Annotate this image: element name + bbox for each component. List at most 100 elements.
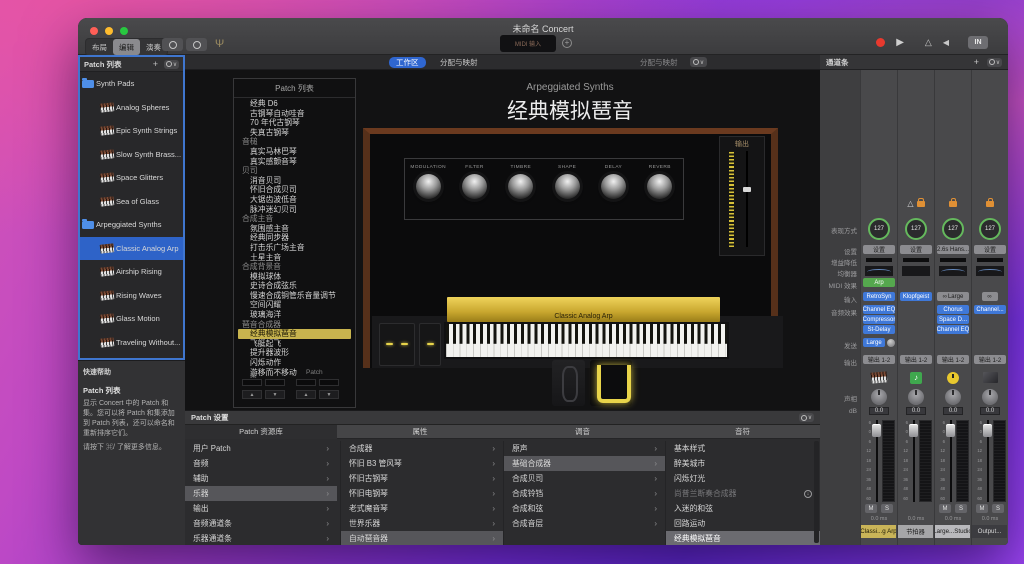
patch-down-button[interactable]: ▼ bbox=[319, 390, 339, 399]
library-row[interactable]: 辅助 › bbox=[185, 471, 337, 486]
strip-name[interactable]: 节拍器 bbox=[898, 525, 933, 538]
overlay-patch-item[interactable]: 模拟球体 bbox=[238, 272, 351, 282]
patch-list-item[interactable]: Traveling Without... bbox=[80, 331, 183, 355]
patch-list-item[interactable]: Airship Rising bbox=[80, 260, 183, 284]
strip-name[interactable]: Output... bbox=[972, 525, 1007, 538]
overlay-patch-item[interactable]: 贝司 bbox=[238, 166, 351, 176]
patch-list-item[interactable]: Space Glitters bbox=[80, 166, 183, 190]
volume-fader[interactable] bbox=[984, 420, 991, 502]
eq-thumbnail[interactable] bbox=[976, 266, 1004, 276]
overlay-patch-item[interactable]: 闪烁动作 bbox=[238, 358, 351, 368]
overlay-patch-item[interactable]: 史诗合成弦乐 bbox=[238, 281, 351, 291]
output-slot[interactable]: 输出 1-2 bbox=[974, 355, 1006, 364]
mode-tab[interactable]: 布局 bbox=[86, 39, 113, 55]
set-up-button[interactable]: ▲ bbox=[242, 390, 262, 399]
audio-fx-slot[interactable]: Compressor bbox=[863, 315, 895, 324]
panel-toggle-button-1[interactable] bbox=[162, 38, 183, 51]
volume-fader[interactable] bbox=[873, 420, 880, 502]
patch-list-item[interactable]: Epic Synth Strings bbox=[80, 119, 183, 143]
patch-list-item[interactable]: Synth Pads bbox=[80, 72, 183, 96]
overlay-patch-item[interactable]: 真实感颤音琴 bbox=[238, 157, 351, 167]
output-volume-slider[interactable] bbox=[746, 151, 748, 247]
patch-list-item[interactable]: Sea of Glass bbox=[80, 190, 183, 214]
mute-button[interactable]: M bbox=[976, 504, 988, 513]
fader-cap[interactable] bbox=[909, 424, 918, 437]
synth-knob[interactable] bbox=[416, 174, 441, 199]
audio-fx-slot[interactable]: Channel... bbox=[974, 305, 1006, 314]
library-row[interactable]: 怀旧 B3 管风琴 › bbox=[341, 456, 503, 471]
output-slot[interactable]: 输出 1-2 bbox=[900, 355, 932, 364]
overlay-patch-item[interactable]: 飞艇起飞 bbox=[238, 339, 351, 349]
panel-toggle-button-2[interactable] bbox=[186, 38, 207, 51]
volume-value[interactable]: 0.0 bbox=[906, 407, 926, 415]
library-row[interactable]: 怀旧古钢琴 › bbox=[341, 471, 503, 486]
cpu-in-badge[interactable]: IN bbox=[968, 36, 988, 49]
set-down-button[interactable]: ▼ bbox=[265, 390, 285, 399]
synth-knob[interactable] bbox=[647, 174, 672, 199]
expression-pedal-active[interactable] bbox=[590, 360, 632, 406]
setting-button[interactable]: 设置 bbox=[974, 245, 1006, 254]
audio-fx-slot[interactable]: Channel EQ bbox=[863, 305, 895, 314]
add-channel-strip-icon[interactable]: + bbox=[974, 57, 979, 67]
library-row[interactable]: 音频 › bbox=[185, 456, 337, 471]
eq-thumbnail[interactable] bbox=[865, 266, 893, 276]
sustain-pedal[interactable] bbox=[552, 360, 585, 406]
fader-cap[interactable] bbox=[872, 424, 881, 437]
overlay-patch-item[interactable]: 氛围感主音 bbox=[238, 224, 351, 234]
overlay-patch-item[interactable]: 合成背景音 bbox=[238, 262, 351, 272]
library-row[interactable]: 合成铃铛 › bbox=[504, 486, 665, 501]
library-row[interactable]: 合成贝司 › bbox=[504, 471, 665, 486]
synth-knob[interactable] bbox=[508, 174, 533, 199]
library-row[interactable]: 闪烁灯光 ↓ bbox=[666, 471, 820, 486]
overlay-patch-item[interactable]: 慢速合成铜管乐音量调节 bbox=[238, 291, 351, 301]
tab-assignments-mappings[interactable]: 分配与映射 bbox=[440, 57, 478, 68]
volume-fader[interactable] bbox=[947, 420, 954, 502]
overlay-patch-item[interactable]: 古钢琴自动哇音 bbox=[238, 109, 351, 119]
monitor-button[interactable]: ◀ bbox=[943, 38, 949, 47]
tab-workspace[interactable]: 工作区 bbox=[389, 57, 426, 68]
expression-knob[interactable]: 127 bbox=[942, 218, 964, 240]
input-slot[interactable]: RetroSyn bbox=[863, 292, 895, 301]
overlay-patch-item[interactable]: 玻璃海洋 bbox=[238, 310, 351, 320]
volume-value[interactable]: 0.0 bbox=[869, 407, 889, 415]
audio-fx-slot[interactable]: St-Delay bbox=[863, 325, 895, 334]
mod-wheel[interactable] bbox=[419, 323, 441, 366]
overlay-patch-item[interactable]: 合成主音 bbox=[238, 214, 351, 224]
library-row[interactable]: 经典模拟琶音 ↓ bbox=[666, 531, 820, 545]
library-row[interactable]: 入迷的和弦 ↓ bbox=[666, 501, 820, 516]
slider-cap[interactable] bbox=[743, 187, 751, 192]
audio-fx-slot[interactable]: Channel EQ bbox=[937, 325, 969, 334]
library-row[interactable]: 合成器 › bbox=[341, 441, 503, 456]
keyboard-keys[interactable] bbox=[444, 322, 729, 359]
overlay-patch-item[interactable]: 空间闪耀 bbox=[238, 300, 351, 310]
overlay-patch-item[interactable]: 音槌 bbox=[238, 137, 351, 147]
library-row[interactable]: 老式魔音琴 › bbox=[341, 501, 503, 516]
pan-knob[interactable] bbox=[908, 389, 924, 405]
setting-button[interactable]: 设置 bbox=[863, 245, 895, 254]
library-row[interactable]: 自动琶音器 › bbox=[341, 531, 503, 545]
send-knob[interactable] bbox=[887, 339, 895, 347]
tab-notes[interactable]: 音符 bbox=[665, 425, 820, 439]
overlay-patch-item[interactable]: 经典 D6 bbox=[238, 99, 351, 109]
mute-button[interactable]: M bbox=[865, 504, 877, 513]
mute-button[interactable]: M bbox=[939, 504, 951, 513]
pan-knob[interactable] bbox=[871, 389, 887, 405]
expression-knob[interactable]: 127 bbox=[905, 218, 927, 240]
patch-list-item[interactable]: Analog Spheres bbox=[80, 96, 183, 120]
synth-knob[interactable] bbox=[462, 174, 487, 199]
library-row[interactable]: 醉美城市 ↓ bbox=[666, 456, 820, 471]
settings-action-menu[interactable]: ∨ bbox=[799, 413, 814, 422]
library-row[interactable]: 乐器通道条 › bbox=[185, 531, 337, 545]
midi-fx-slot[interactable]: Arp bbox=[863, 278, 895, 287]
overlay-patch-item[interactable]: 失真古钢琴 bbox=[238, 128, 351, 138]
output-slot[interactable]: 输出 1-2 bbox=[863, 355, 895, 364]
overlay-patch-item[interactable]: 经典模拟琶音 bbox=[238, 329, 351, 339]
patch-list-item[interactable]: Arpeggiated Synths bbox=[80, 213, 183, 237]
circled-plus-icon[interactable]: + bbox=[562, 38, 572, 48]
expression-knob[interactable]: 127 bbox=[979, 218, 1001, 240]
library-row[interactable]: 合成和弦 › bbox=[504, 501, 665, 516]
library-row[interactable]: 怀旧电钢琴 › bbox=[341, 486, 503, 501]
volume-value[interactable]: 0.0 bbox=[980, 407, 1000, 415]
overlay-patch-item[interactable]: 土星主音 bbox=[238, 253, 351, 263]
workspace-action-menu[interactable]: ∨ bbox=[690, 57, 707, 67]
